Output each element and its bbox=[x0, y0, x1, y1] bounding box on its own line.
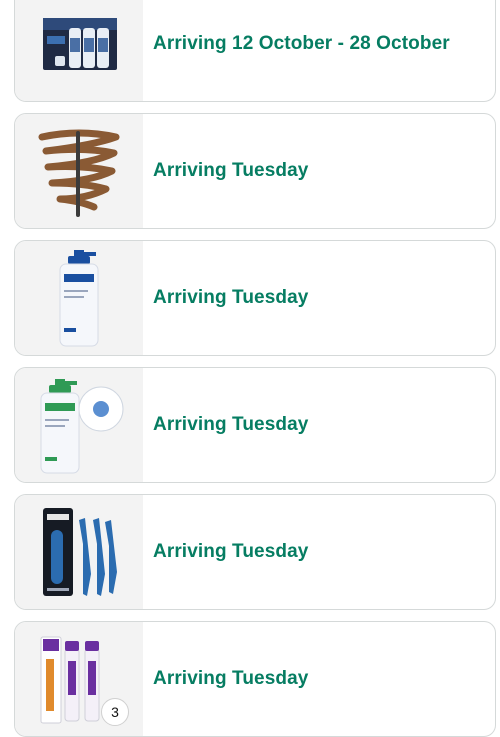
delivery-status: Arriving Tuesday bbox=[153, 287, 309, 308]
product-thumbnail bbox=[15, 495, 143, 609]
quantity-badge: 3 bbox=[101, 698, 129, 726]
product-thumbnail bbox=[15, 0, 143, 101]
order-list: Arriving 12 October - 28 October Arrivin… bbox=[0, 0, 500, 737]
product-thumbnail bbox=[15, 241, 143, 355]
product-thumbnail bbox=[15, 114, 143, 228]
order-card[interactable]: 3 Arriving Tuesday bbox=[14, 621, 496, 737]
order-card[interactable]: Arriving Tuesday bbox=[14, 494, 496, 610]
delivery-status: Arriving Tuesday bbox=[153, 541, 309, 562]
order-card[interactable]: Arriving Tuesday bbox=[14, 240, 496, 356]
order-card[interactable]: Arriving Tuesday bbox=[14, 367, 496, 483]
cerave-lotion-bottle-icon bbox=[59, 250, 99, 347]
product-thumbnail: 3 bbox=[15, 622, 143, 736]
eyebrow-pencil-icon bbox=[38, 129, 120, 217]
hair-treatment-kit-icon bbox=[43, 18, 117, 70]
delivery-status: Arriving Tuesday bbox=[153, 668, 309, 689]
delivery-status: Arriving Tuesday bbox=[153, 160, 309, 181]
order-card[interactable]: Arriving 12 October - 28 October bbox=[14, 0, 496, 102]
delivery-status: Arriving Tuesday bbox=[153, 414, 309, 435]
product-thumbnail bbox=[15, 368, 143, 482]
razor-set-icon bbox=[43, 508, 117, 596]
order-card[interactable]: Arriving Tuesday bbox=[14, 113, 496, 229]
delivery-status: Arriving 12 October - 28 October bbox=[153, 33, 450, 54]
cerave-cleanser-bottle-icon bbox=[40, 379, 124, 474]
